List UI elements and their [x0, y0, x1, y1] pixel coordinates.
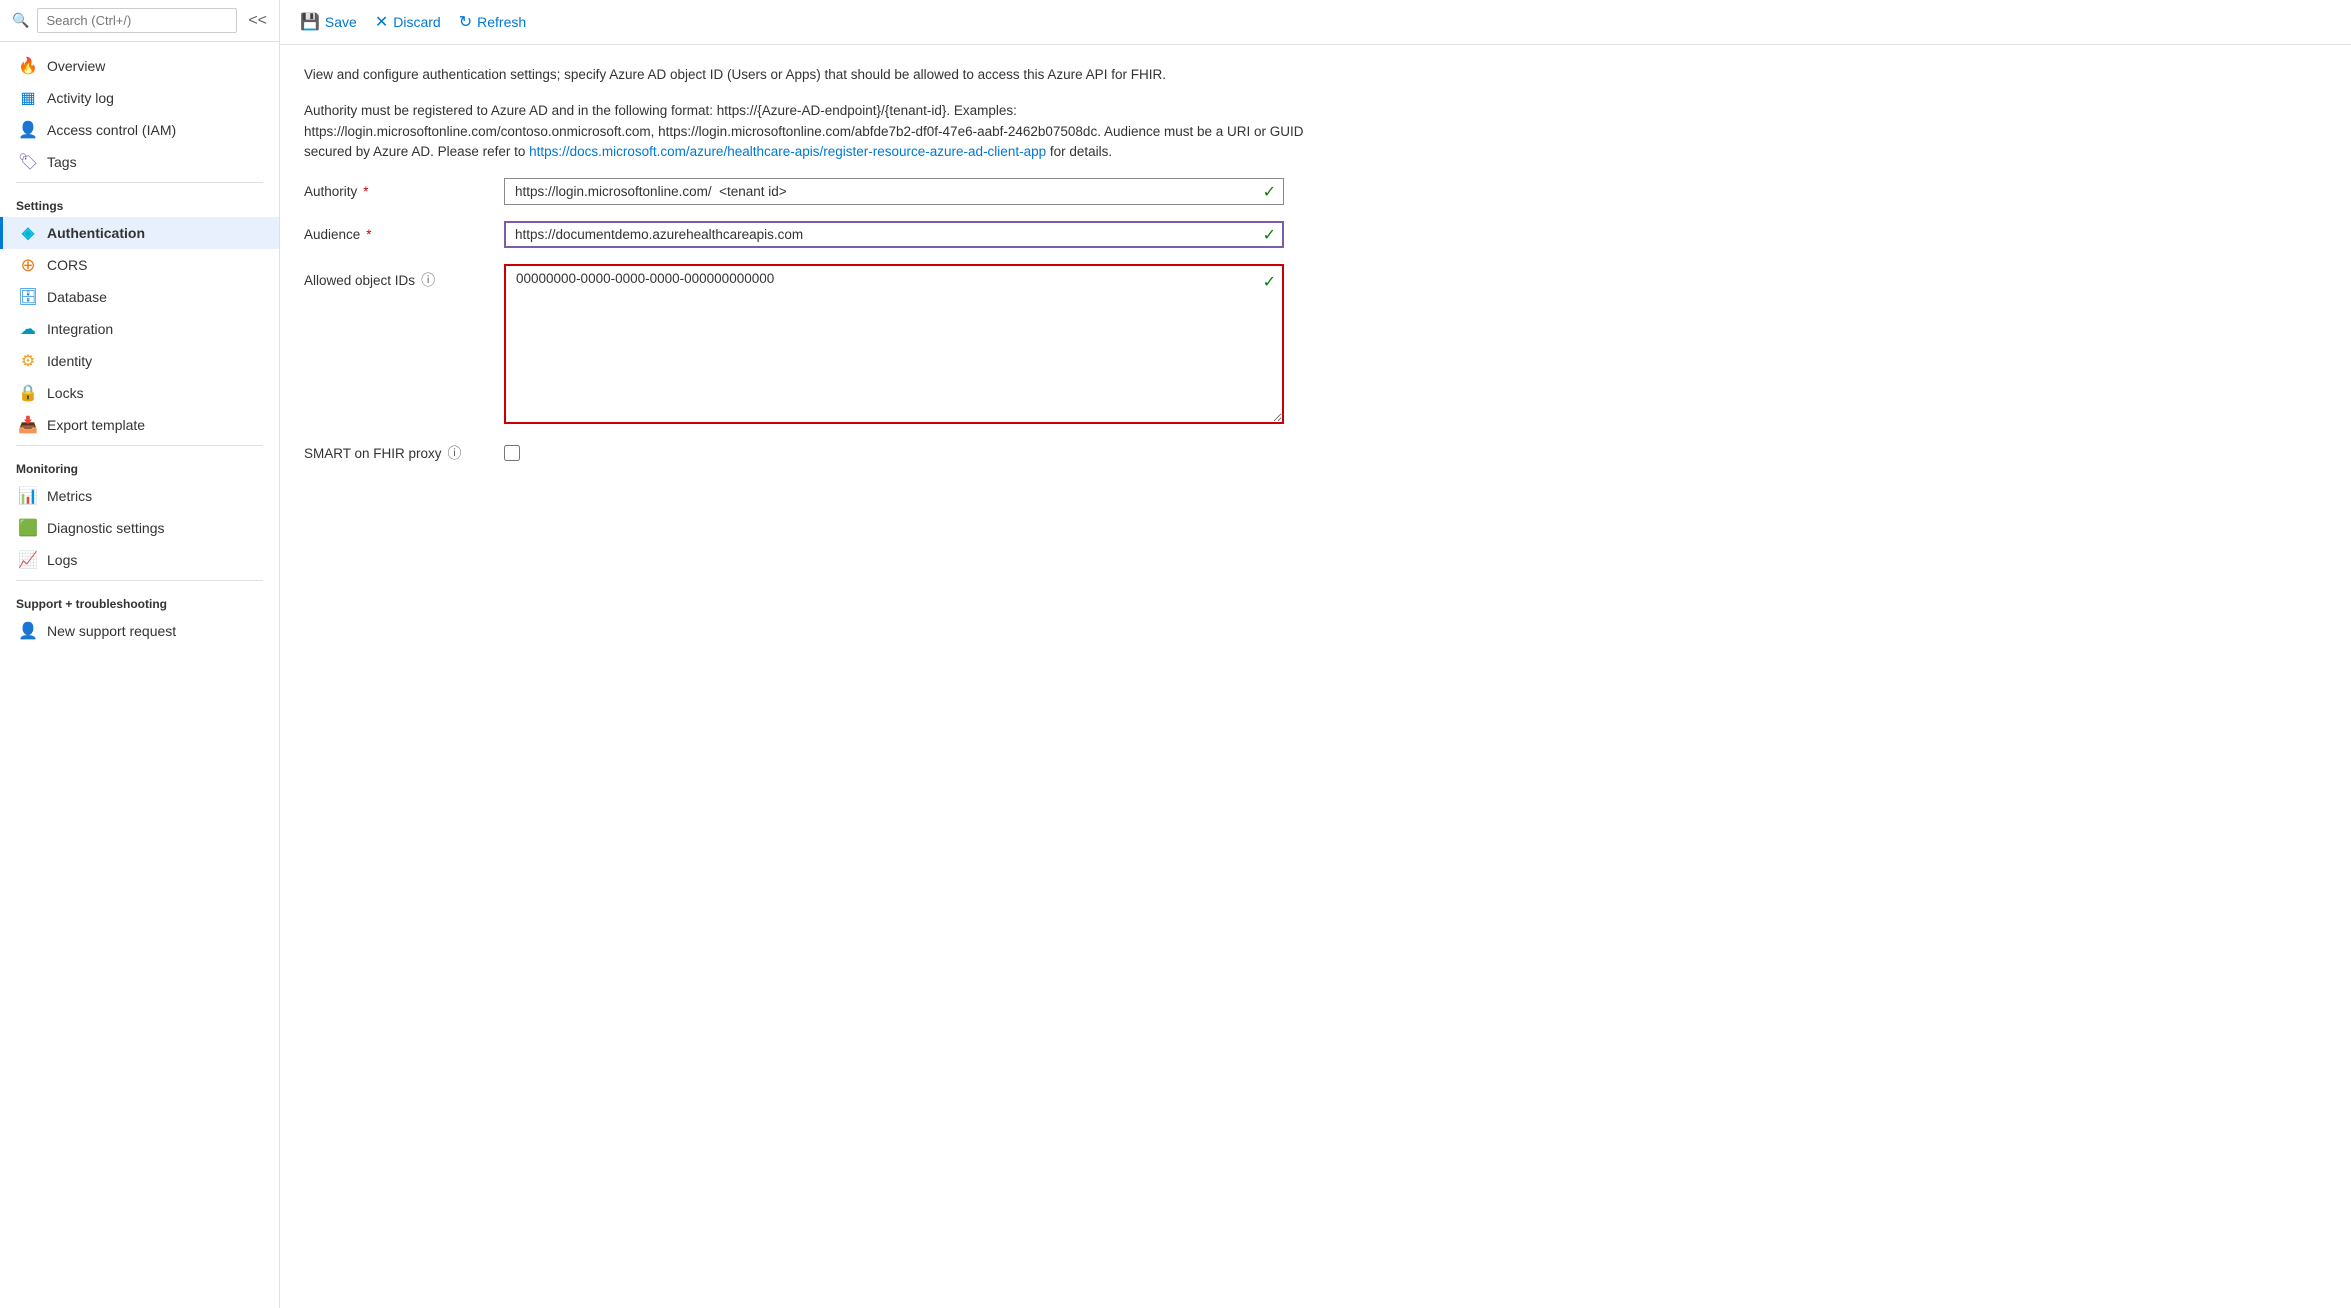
sidebar-item-label: Overview [47, 58, 105, 74]
support-divider [16, 580, 263, 581]
sidebar-item-locks[interactable]: 🔒 Locks [0, 377, 279, 409]
sidebar-item-database[interactable]: 🗄 Database [0, 281, 279, 313]
sidebar-item-access-control[interactable]: 👤 Access control (IAM) [0, 114, 279, 146]
identity-icon: ⚙ [19, 352, 37, 370]
logs-icon: 📈 [19, 551, 37, 569]
sidebar-item-new-support[interactable]: 👤 New support request [0, 615, 279, 647]
sidebar-item-label: Locks [47, 385, 84, 401]
activity-log-icon: ▦ [19, 89, 37, 107]
description-line1: View and configure authentication settin… [304, 65, 1354, 85]
save-button[interactable]: 💾 Save [296, 8, 371, 36]
sidebar-item-label: Activity log [47, 90, 114, 106]
overview-icon: 🔥 [19, 57, 37, 75]
sidebar-item-diagnostic[interactable]: 🟩 Diagnostic settings [0, 512, 279, 544]
sidebar-item-cors[interactable]: ⊕ CORS [0, 249, 279, 281]
sidebar-item-identity[interactable]: ⚙ Identity [0, 345, 279, 377]
refresh-icon: ↻ [459, 12, 472, 32]
content-area: View and configure authentication settin… [280, 45, 2351, 1308]
collapse-button[interactable]: << [248, 12, 267, 30]
sidebar-item-integration[interactable]: ☁ Integration [0, 313, 279, 345]
sidebar-item-label: Logs [47, 552, 77, 568]
sidebar-item-tags[interactable]: 🏷 Tags [0, 146, 279, 178]
monitoring-divider [16, 445, 263, 446]
authority-check-icon: ✓ [1263, 182, 1276, 202]
sidebar-item-export-template[interactable]: 📥 Export template [0, 409, 279, 441]
sidebar-item-label: CORS [47, 257, 87, 273]
access-control-icon: 👤 [19, 121, 37, 139]
smart-proxy-label: SMART on FHIR proxy ⓘ [304, 443, 504, 463]
tags-icon: 🏷 [19, 153, 37, 171]
new-support-icon: 👤 [19, 622, 37, 640]
smart-proxy-checkbox[interactable] [504, 445, 520, 461]
smart-proxy-row: SMART on FHIR proxy ⓘ [304, 443, 2327, 463]
sidebar-item-activity-log[interactable]: ▦ Activity log [0, 82, 279, 114]
authentication-icon: ◈ [19, 224, 37, 242]
main-content: 💾 Save ✕ Discard ↻ Refresh View and conf… [280, 0, 2351, 1308]
allowed-ids-check-icon: ✓ [1263, 272, 1276, 292]
audience-input[interactable] [504, 221, 1284, 248]
allowed-ids-label: Allowed object IDs ⓘ [304, 264, 504, 290]
allowed-ids-info-icon[interactable]: ⓘ [421, 270, 435, 290]
sidebar-item-label: Database [47, 289, 107, 305]
allowed-ids-textarea[interactable]: 00000000-0000-0000-0000-000000000000 [504, 264, 1284, 424]
search-icon: 🔍 [12, 12, 29, 29]
authority-label: Authority * [304, 178, 504, 199]
sidebar-item-label: Access control (IAM) [47, 122, 176, 138]
sidebar-item-logs[interactable]: 📈 Logs [0, 544, 279, 576]
diagnostic-icon: 🟩 [19, 519, 37, 537]
support-section-label: Support + troubleshooting [0, 585, 279, 615]
sidebar: 🔍 << 🔥 Overview ▦ Activity log 👤 Access … [0, 0, 280, 1308]
refresh-button[interactable]: ↻ Refresh [455, 8, 540, 36]
audience-row: Audience * ✓ [304, 221, 2327, 248]
sidebar-item-label: Authentication [47, 225, 145, 241]
database-icon: 🗄 [19, 288, 37, 306]
settings-section-label: Settings [0, 187, 279, 217]
audience-check-icon: ✓ [1263, 225, 1276, 245]
sidebar-item-overview[interactable]: 🔥 Overview [0, 50, 279, 82]
discard-button[interactable]: ✕ Discard [371, 8, 455, 36]
sidebar-item-metrics[interactable]: 📊 Metrics [0, 480, 279, 512]
save-icon: 💾 [300, 12, 320, 32]
authority-required-star: * [363, 184, 368, 199]
sidebar-item-label: Identity [47, 353, 92, 369]
authority-input-wrap: ✓ [504, 178, 1284, 205]
audience-required-star: * [366, 227, 371, 242]
authority-row: Authority * ✓ [304, 178, 2327, 205]
discard-icon: ✕ [375, 12, 388, 32]
description-text-part3: for details. [1046, 144, 1112, 159]
authentication-form: Authority * ✓ Audience * ✓ [304, 178, 2327, 463]
sidebar-search-area: 🔍 << [0, 0, 279, 42]
description-line2: Authority must be registered to Azure AD… [304, 101, 1354, 162]
sidebar-item-label: Tags [47, 154, 77, 170]
allowed-ids-input-wrap: 00000000-0000-0000-0000-000000000000 ✓ [504, 264, 1284, 427]
cors-icon: ⊕ [19, 256, 37, 274]
metrics-icon: 📊 [19, 487, 37, 505]
authority-input[interactable] [504, 178, 1284, 205]
integration-icon: ☁ [19, 320, 37, 338]
sidebar-item-authentication[interactable]: ◈ Authentication [0, 217, 279, 249]
sidebar-nav: 🔥 Overview ▦ Activity log 👤 Access contr… [0, 42, 279, 655]
sidebar-item-label: Metrics [47, 488, 92, 504]
search-input[interactable] [37, 8, 237, 33]
locks-icon: 🔒 [19, 384, 37, 402]
docs-link[interactable]: https://docs.microsoft.com/azure/healthc… [529, 144, 1046, 159]
sidebar-item-label: Integration [47, 321, 113, 337]
monitoring-section-label: Monitoring [0, 450, 279, 480]
audience-input-wrap: ✓ [504, 221, 1284, 248]
sidebar-item-label: Diagnostic settings [47, 520, 165, 536]
sidebar-item-label: Export template [47, 417, 145, 433]
smart-proxy-info-icon[interactable]: ⓘ [448, 443, 462, 463]
audience-label: Audience * [304, 221, 504, 242]
settings-divider [16, 182, 263, 183]
allowed-ids-row: Allowed object IDs ⓘ 00000000-0000-0000-… [304, 264, 2327, 427]
export-template-icon: 📥 [19, 416, 37, 434]
toolbar: 💾 Save ✕ Discard ↻ Refresh [280, 0, 2351, 45]
sidebar-item-label: New support request [47, 623, 176, 639]
